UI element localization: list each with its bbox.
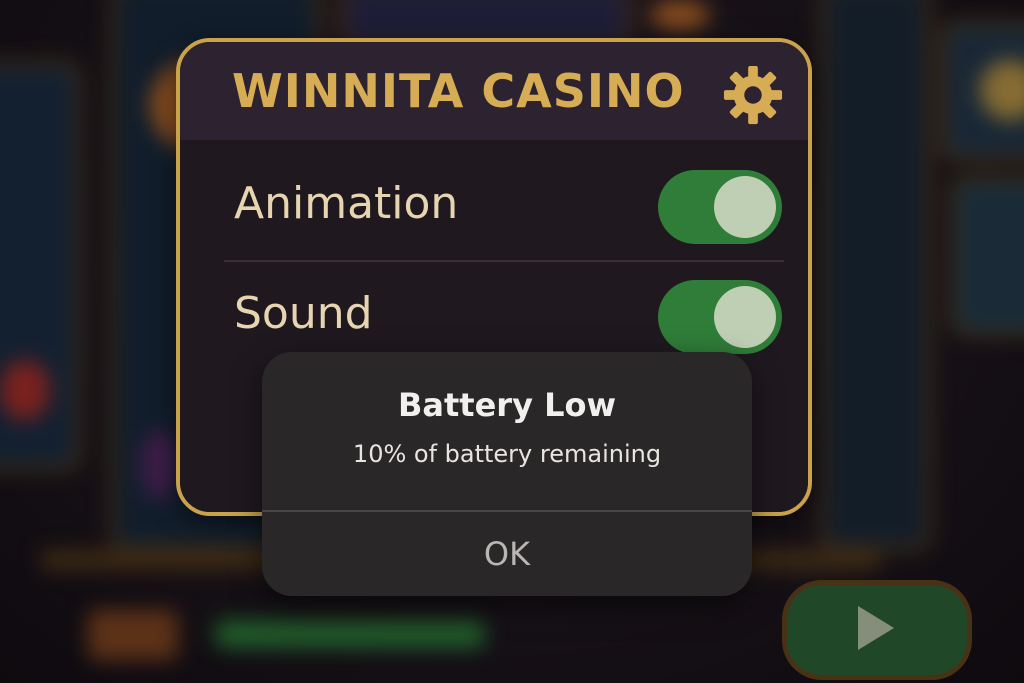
animation-toggle[interactable] (658, 170, 782, 244)
toggle-knob (714, 176, 776, 238)
gear-icon[interactable] (722, 64, 784, 126)
battery-low-alert: Battery Low 10% of battery remaining OK (262, 352, 752, 596)
panel-header: WINNITA CASINO (180, 42, 808, 140)
setting-row-animation: Animation (224, 146, 784, 256)
setting-row-sound: Sound (224, 256, 784, 366)
screen: WINNITA CASINO Animation Sound Battery L… (0, 0, 1024, 683)
ok-button[interactable]: OK (262, 512, 752, 596)
panel-title: WINNITA CASINO (232, 64, 685, 118)
sound-toggle[interactable] (658, 280, 782, 354)
sound-label: Sound (234, 288, 373, 339)
toggle-knob (714, 286, 776, 348)
animation-label: Animation (234, 178, 459, 229)
alert-title: Battery Low (398, 386, 616, 424)
alert-message: 10% of battery remaining (352, 440, 662, 468)
